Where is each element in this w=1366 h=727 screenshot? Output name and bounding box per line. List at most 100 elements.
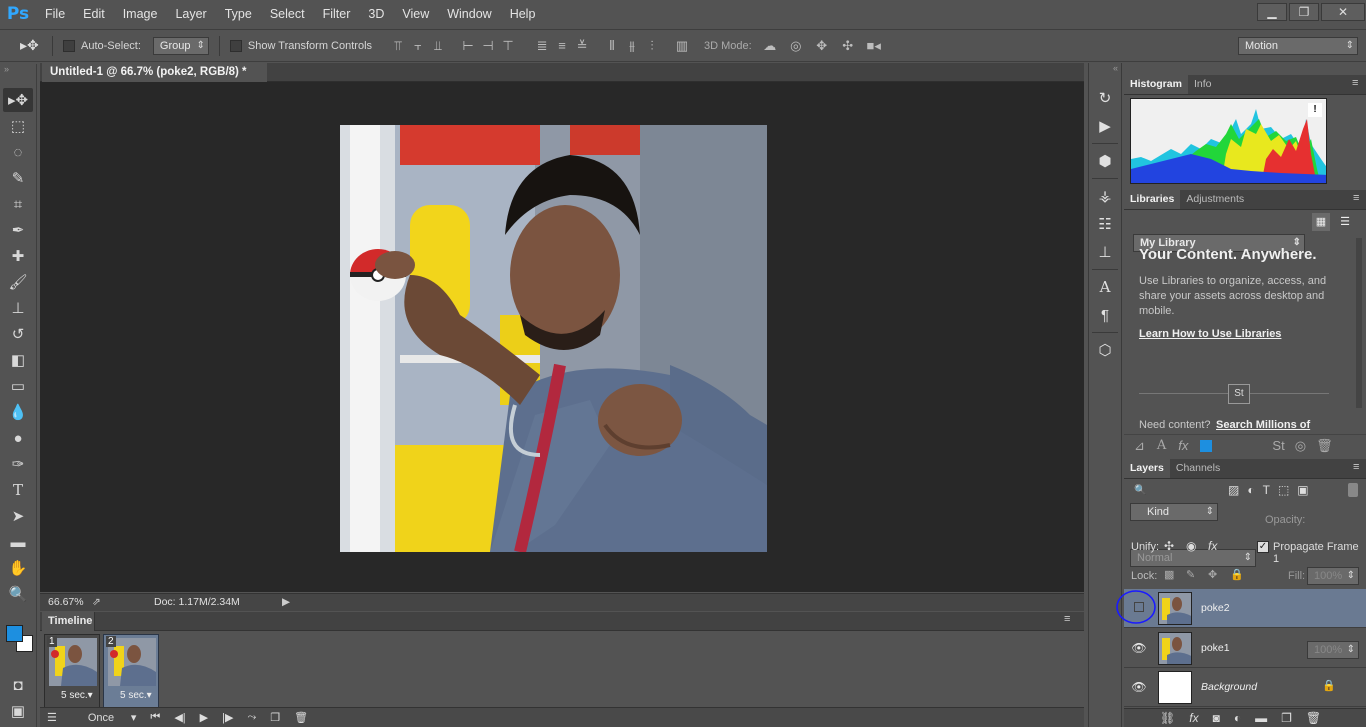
add-graphic-icon[interactable]: ⊿ <box>1134 438 1145 454</box>
eyedropper-tool-icon[interactable]: ✒ <box>3 218 33 242</box>
tab-libraries[interactable]: Libraries <box>1124 190 1181 209</box>
menu-select[interactable]: Select <box>261 0 314 28</box>
timeline-tab[interactable]: Timeline <box>42 612 95 631</box>
3d-roll-icon[interactable]: ◎ <box>786 36 806 56</box>
animation-frame-1[interactable]: 1 5 sec.▾ <box>44 634 100 708</box>
unify-style-icon[interactable]: fx <box>1208 539 1217 553</box>
lock-position-icon[interactable]: ✥ <box>1208 568 1217 581</box>
strip-collapse-icon[interactable]: « <box>1089 63 1121 83</box>
distribute-top-icon[interactable]: ≣ <box>532 36 552 56</box>
distribute-hcenter-icon[interactable]: ⫵ <box>622 36 642 56</box>
auto-select-checkbox[interactable] <box>63 39 75 52</box>
menu-layer[interactable]: Layer <box>166 0 215 28</box>
lock-transparent-icon[interactable]: ▩ <box>1164 568 1174 581</box>
first-frame-icon[interactable]: ⏮ <box>143 711 167 724</box>
distribute-left-icon[interactable]: ⫴ <box>602 36 622 56</box>
delete-layer-icon[interactable]: 🗑 <box>1306 711 1321 725</box>
frame-duration[interactable]: 5 sec.▾ <box>61 690 93 701</box>
eraser-tool-icon[interactable]: ◧ <box>3 348 33 372</box>
3d-pan-icon[interactable]: ✥ <box>812 36 832 56</box>
tools-collapse-icon[interactable]: » <box>0 64 36 86</box>
timeline-menu-icon[interactable]: ≡ <box>1064 613 1070 625</box>
stock-icon[interactable]: St <box>1272 438 1284 453</box>
delete-library-item-icon[interactable]: 🗑 <box>1316 438 1333 454</box>
move-tool-preset-icon[interactable]: ▸✥ <box>20 37 52 54</box>
3d-orbit-icon[interactable]: ☁ <box>760 36 780 56</box>
shape-tool-icon[interactable]: ▬ <box>3 530 33 554</box>
menu-3d[interactable]: 3D <box>359 0 393 28</box>
auto-select-dropdown[interactable]: Group <box>152 36 209 55</box>
layer-row-background[interactable]: 👁 Background 🔒 <box>1124 668 1366 707</box>
distribute-right-icon[interactable]: ⫶ <box>642 36 662 56</box>
menu-help[interactable]: Help <box>501 0 545 28</box>
auto-align-icon[interactable]: ▥ <box>672 36 692 56</box>
shape-filter-icon[interactable]: ⬚ <box>1278 483 1289 497</box>
layer-row-poke2[interactable]: poke2 <box>1124 589 1366 628</box>
close-button[interactable]: ✕ <box>1321 3 1365 21</box>
lock-pixels-icon[interactable]: ✎ <box>1186 568 1195 581</box>
move-tool-icon[interactable]: ▸✥ <box>3 88 33 112</box>
menu-image[interactable]: Image <box>114 0 167 28</box>
layer-row-poke1[interactable]: 👁 poke1 <box>1124 629 1366 668</box>
zoom-tool-icon[interactable]: 🔍 <box>3 582 33 606</box>
history-brush-tool-icon[interactable]: ↺ <box>3 322 33 346</box>
document-tab[interactable]: Untitled-1 @ 66.7% (poke2, RGB/8) * × <box>42 63 267 97</box>
learn-libraries-link[interactable]: Learn How to Use Libraries <box>1139 328 1281 340</box>
list-view-icon[interactable]: ☰ <box>1336 213 1354 231</box>
loop-dropdown-arrow-icon[interactable]: ▾ <box>124 711 144 724</box>
blur-tool-icon[interactable]: 💧 <box>3 400 33 424</box>
path-select-tool-icon[interactable]: ➤ <box>3 504 33 528</box>
play-icon[interactable]: ▶ <box>193 711 215 724</box>
tab-adjustments[interactable]: Adjustments <box>1180 190 1250 209</box>
eye-icon[interactable]: 👁 <box>1130 678 1148 696</box>
delete-frame-icon[interactable]: 🗑 <box>287 711 315 724</box>
unify-position-icon[interactable]: ✣ <box>1164 539 1174 553</box>
smart-object-filter-icon[interactable]: ▣ <box>1297 483 1308 497</box>
libraries-scrollbar[interactable] <box>1356 238 1362 408</box>
minimize-button[interactable]: ▁ <box>1257 3 1287 21</box>
adjustment-filter-icon[interactable]: ◐ <box>1247 483 1254 497</box>
new-layer-icon[interactable]: ❐ <box>1281 711 1292 725</box>
menu-window[interactable]: Window <box>438 0 500 28</box>
paragraph-panel-icon[interactable]: ¶ <box>1089 302 1121 328</box>
new-group-icon[interactable]: ▬ <box>1255 711 1267 725</box>
gradient-tool-icon[interactable]: ▭ <box>3 374 33 398</box>
screen-mode-icon[interactable]: ▣ <box>3 699 33 723</box>
animation-frame-2[interactable]: 2 5 sec.▾ <box>103 634 159 708</box>
type-tool-icon[interactable]: T <box>3 478 33 502</box>
link-layers-icon[interactable]: ⛓ <box>1160 711 1175 725</box>
layer-style-icon[interactable]: fx <box>1189 711 1198 725</box>
share-icon[interactable]: ⇗ <box>92 594 101 611</box>
add-mask-icon[interactable]: ◙ <box>1213 711 1220 725</box>
quick-mask-icon[interactable]: ◘ <box>3 673 33 697</box>
unify-visibility-icon[interactable]: ◉ <box>1186 539 1196 553</box>
hand-tool-icon[interactable]: ✋ <box>3 556 33 580</box>
document-canvas-image[interactable] <box>340 125 767 552</box>
menu-file[interactable]: File <box>36 0 74 28</box>
align-right-icon[interactable]: ⊤ <box>498 36 518 56</box>
align-left-icon[interactable]: ⊢ <box>458 36 478 56</box>
duplicate-frame-icon[interactable]: ❐ <box>263 711 287 724</box>
propagate-frame-checkbox[interactable]: ✓ <box>1257 541 1269 553</box>
menu-filter[interactable]: Filter <box>314 0 360 28</box>
align-vcenter-icon[interactable]: ⫟ <box>408 36 428 56</box>
character-panel-icon[interactable]: A <box>1089 274 1121 300</box>
add-character-style-icon[interactable]: A <box>1157 438 1166 453</box>
dodge-tool-icon[interactable]: ● <box>3 426 33 450</box>
frame-duration[interactable]: 5 sec.▾ <box>120 690 152 701</box>
actions-panel-icon[interactable]: ▶ <box>1089 113 1121 139</box>
workspace-dropdown[interactable]: Motion <box>1238 37 1358 55</box>
show-transform-checkbox[interactable] <box>229 39 242 52</box>
add-layer-style-icon[interactable]: fx <box>1178 438 1188 453</box>
layers-menu-icon[interactable]: ≡ <box>1353 461 1359 473</box>
next-frame-icon[interactable]: |▶ <box>215 711 240 724</box>
brush-panel-icon[interactable]: ⚶ <box>1089 183 1121 209</box>
3d-slide-icon[interactable]: ✣ <box>838 36 858 56</box>
pixel-filter-icon[interactable]: ▨ <box>1228 483 1239 497</box>
histogram-menu-icon[interactable]: ≡ <box>1352 77 1358 89</box>
loop-dropdown[interactable]: Once <box>64 712 124 724</box>
layer-name[interactable]: Background <box>1201 681 1257 693</box>
menu-type[interactable]: Type <box>216 0 261 28</box>
brush-presets-icon[interactable]: ☷ <box>1089 211 1121 237</box>
previous-frame-icon[interactable]: ◀| <box>167 711 192 724</box>
